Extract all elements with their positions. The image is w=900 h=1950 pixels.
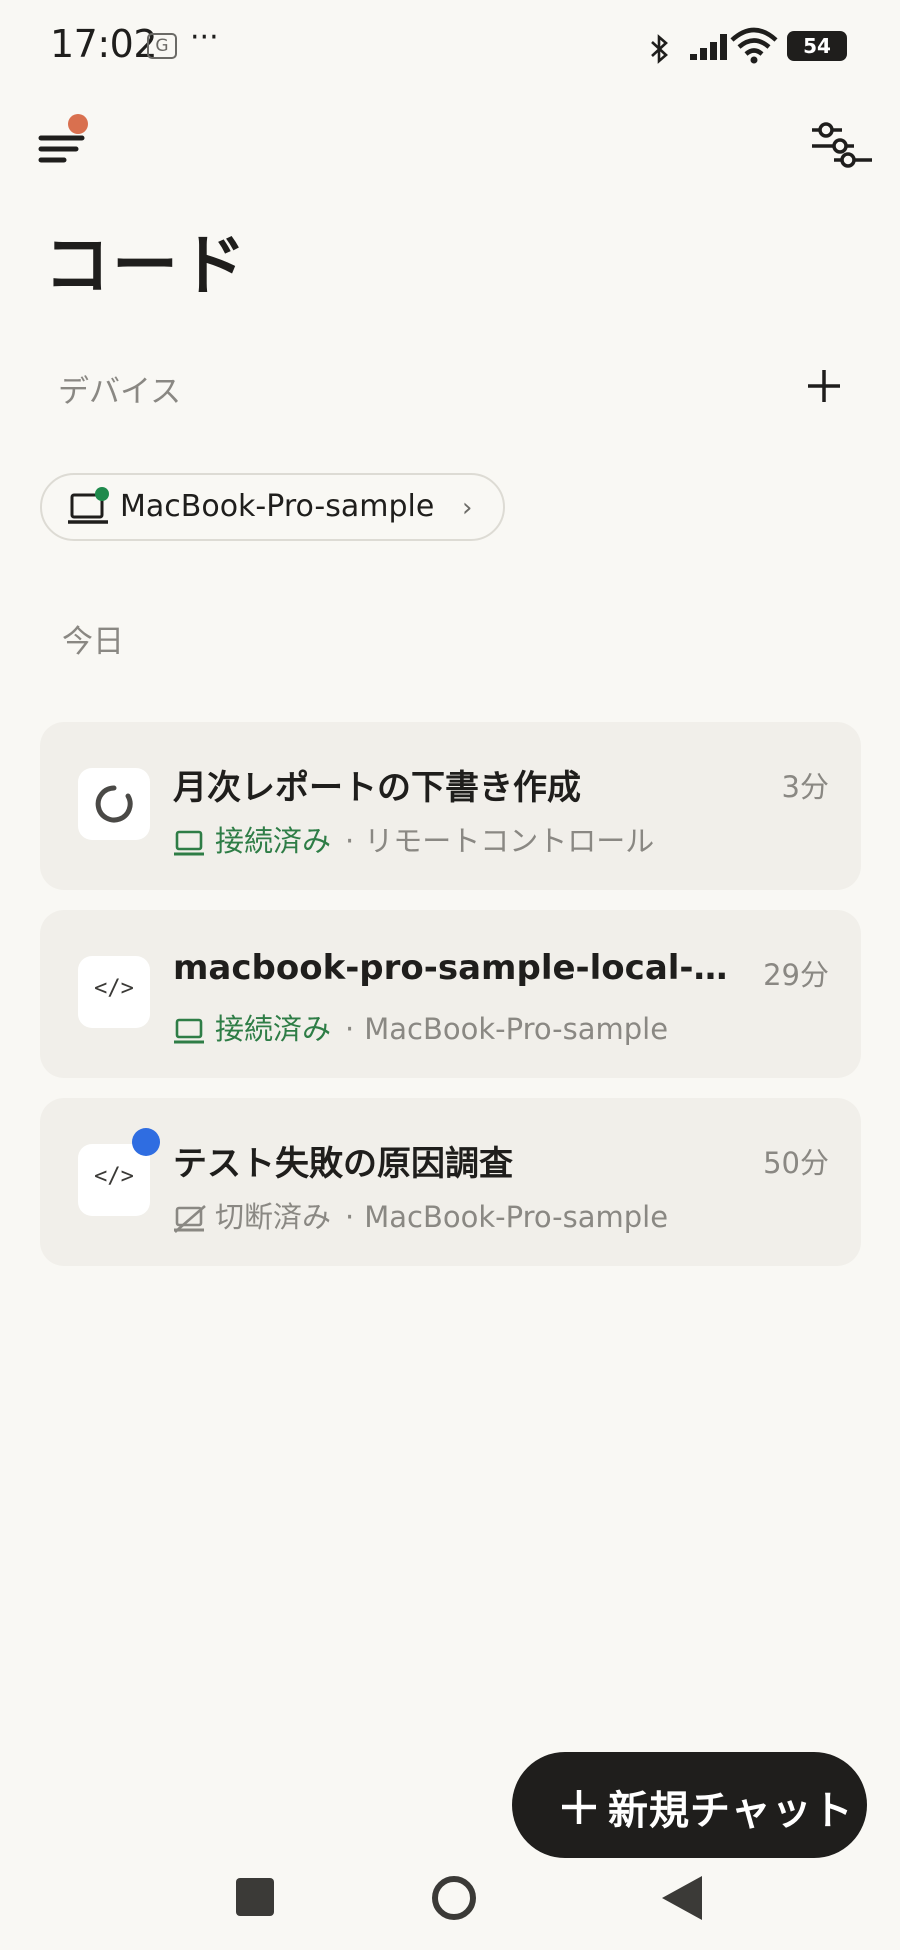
session-subtitle: リモートコントロール	[364, 824, 655, 858]
laptop-connected-icon	[174, 830, 204, 856]
sliders-icon	[812, 122, 872, 168]
loading-spinner-icon	[95, 785, 133, 823]
session-title: 月次レポートの下書き作成	[173, 768, 581, 808]
signal-icon	[690, 34, 727, 60]
g-notification-icon: G	[147, 33, 177, 59]
device-chip[interactable]: MacBook-Pro-sample ›	[40, 473, 505, 541]
menu-button[interactable]	[38, 112, 98, 172]
menu-icon	[38, 114, 88, 163]
meta-separator: ·	[345, 1200, 355, 1234]
session-meta: 接続済み · MacBook-Pro-sample	[173, 1006, 668, 1046]
code-icon: </>	[94, 976, 134, 1001]
filter-settings-button[interactable]	[808, 120, 876, 170]
more-notifications-icon: ···	[190, 20, 219, 55]
new-chat-label: 新規チャット	[608, 1788, 854, 1834]
battery-icon: 54	[787, 31, 847, 61]
wifi-icon	[730, 27, 778, 64]
devices-section-label: デバイス	[58, 374, 182, 410]
session-meta: 接続済み · リモートコントロール	[173, 818, 654, 858]
plus-icon	[808, 370, 840, 402]
code-icon: </>	[94, 1164, 134, 1189]
bluetooth-icon	[651, 34, 668, 64]
session-time: 50分	[763, 1146, 829, 1180]
online-status-dot	[95, 487, 109, 501]
meta-separator: ·	[345, 1012, 355, 1046]
session-card[interactable]: </> テスト失敗の原因調査 50分 切断済み · MacBook-Pro-samp…	[40, 1098, 861, 1266]
session-time: 29分	[763, 958, 829, 992]
connection-status: 接続済み	[215, 1012, 332, 1046]
connection-status: 切断済み	[215, 1200, 332, 1234]
session-icon-box: </>	[78, 956, 150, 1028]
session-card[interactable]: </> macbook-pro-sample-local-s… 29分 接続済み…	[40, 910, 861, 1078]
session-card[interactable]: 月次レポートの下書き作成 3分 接続済み · リモートコントロール	[40, 722, 861, 890]
laptop-disconnected-icon	[174, 1205, 206, 1233]
connection-status: 接続済み	[215, 824, 332, 858]
session-title: macbook-pro-sample-local-s…	[173, 948, 743, 988]
add-device-button[interactable]	[800, 362, 848, 410]
session-icon-box	[78, 768, 150, 840]
session-meta: 切断済み · MacBook-Pro-sample	[173, 1194, 668, 1234]
page-title: コード	[44, 227, 248, 304]
home-button[interactable]	[432, 1876, 476, 1920]
meta-separator: ·	[345, 824, 355, 858]
session-icon-box: </>	[78, 1144, 150, 1216]
device-name: MacBook-Pro-sample	[120, 489, 435, 524]
chevron-right-icon: ›	[462, 493, 473, 523]
session-subtitle: MacBook-Pro-sample	[364, 1200, 669, 1234]
recent-apps-button[interactable]	[236, 1878, 274, 1916]
unread-dot	[132, 1128, 160, 1156]
back-button[interactable]	[660, 1874, 704, 1922]
status-time: 17:02	[50, 22, 158, 66]
new-chat-button[interactable]: 新規チャット	[512, 1752, 867, 1858]
laptop-connected-icon	[174, 1018, 204, 1044]
plus-icon	[562, 1790, 596, 1824]
session-title: テスト失敗の原因調査	[173, 1144, 513, 1184]
today-section-label: 今日	[62, 624, 124, 660]
session-subtitle: MacBook-Pro-sample	[364, 1012, 669, 1046]
session-time: 3分	[781, 770, 829, 804]
